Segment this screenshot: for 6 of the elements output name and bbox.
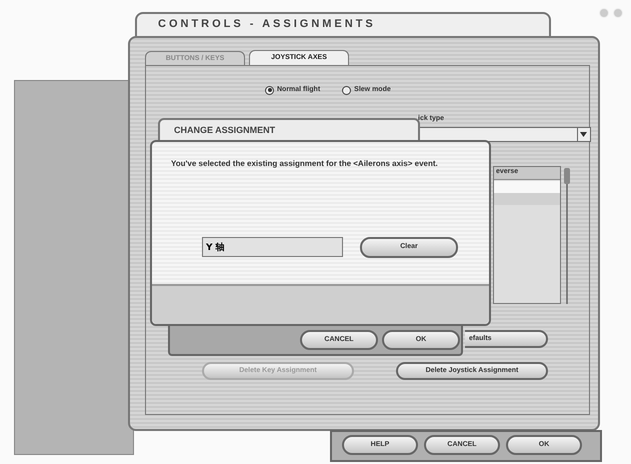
assignment-input-field[interactable]: Y 轴 <box>202 237 343 257</box>
dialog-title: CHANGE ASSIGNMENT <box>174 124 276 137</box>
scrollbar[interactable] <box>563 166 571 306</box>
dialog-message: You've selected the existing assignment for the <Ailerons axis> event. <box>171 159 439 170</box>
window-title: CONTROLS - ASSIGNMENTS <box>158 17 376 32</box>
dropdown-arrow-icon[interactable] <box>577 128 589 141</box>
